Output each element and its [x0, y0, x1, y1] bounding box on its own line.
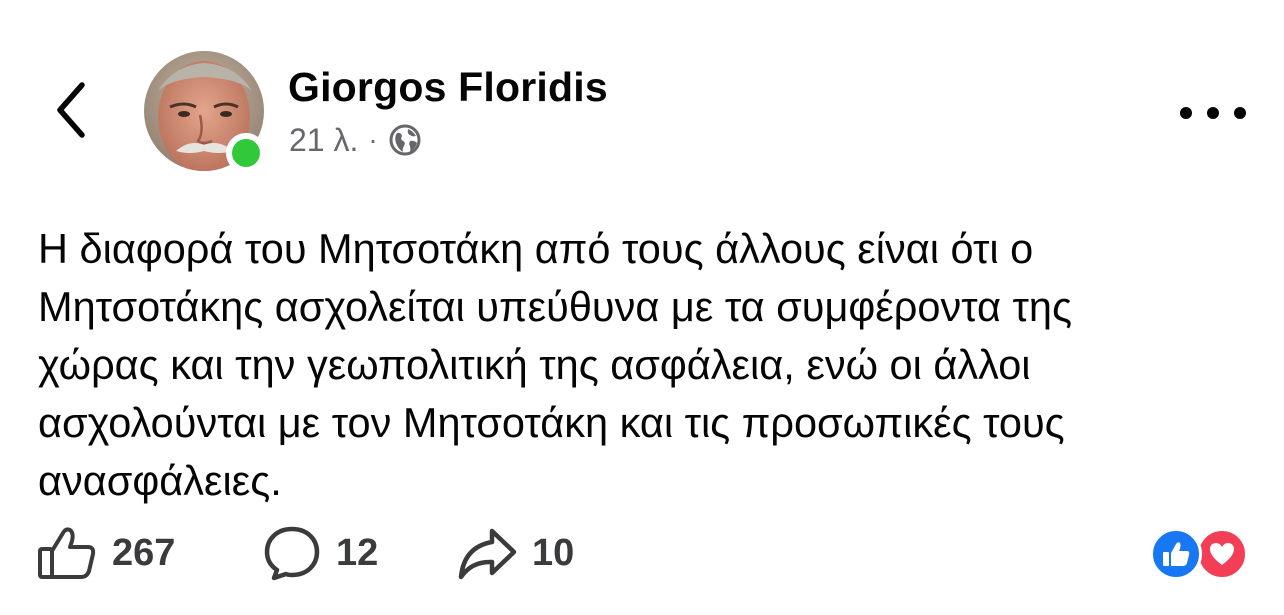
post-text-line: Μητσοτάκης ασχολείται υπεύθυνα με τα συμ… [38, 283, 1073, 330]
online-status-dot [226, 133, 266, 173]
more-horizontal-icon [1207, 107, 1219, 119]
post-screen: Giorgos Floridis 21 λ. · Η διαφορά του Μ… [0, 0, 1284, 615]
globe-icon[interactable] [388, 123, 422, 157]
share-button[interactable]: 10 [456, 522, 574, 584]
thumbs-up-icon [38, 527, 96, 579]
more-horizontal-icon [1180, 107, 1192, 119]
more-horizontal-icon [1234, 107, 1246, 119]
post-text-line: ασχολούνται με τον Μητσοτάκη και τις προ… [38, 399, 1065, 446]
chevron-left-icon [57, 82, 85, 138]
post-text: Η διαφορά του Μητσοτάκη από τους άλλους … [38, 220, 1258, 510]
share-count: 10 [532, 531, 575, 574]
post-timestamp[interactable]: 21 λ. [289, 122, 358, 159]
back-button[interactable] [46, 78, 96, 142]
comment-button[interactable]: 12 [262, 522, 378, 584]
post-meta: 21 λ. · [289, 121, 422, 159]
share-arrow-icon [458, 528, 517, 580]
like-button[interactable]: 267 [36, 522, 175, 584]
like-count: 267 [112, 531, 176, 574]
author-name[interactable]: Giorgos Floridis [288, 64, 608, 111]
post-text-line: Η διαφορά του Μητσοτάκη από τους άλλους … [38, 225, 1034, 272]
reaction-summary[interactable] [1148, 528, 1252, 582]
comment-bubble-icon [264, 526, 320, 581]
more-options-button[interactable] [1180, 96, 1246, 130]
post-text-line: χώρας και την γεωπολιτική της ασφάλεια, … [38, 341, 1031, 388]
like-reaction-icon [1150, 528, 1202, 580]
love-reaction-icon [1196, 528, 1248, 580]
meta-separator: · [368, 124, 378, 155]
post-text-line: ανασφάλειες. [38, 457, 282, 504]
comment-count: 12 [336, 531, 379, 574]
